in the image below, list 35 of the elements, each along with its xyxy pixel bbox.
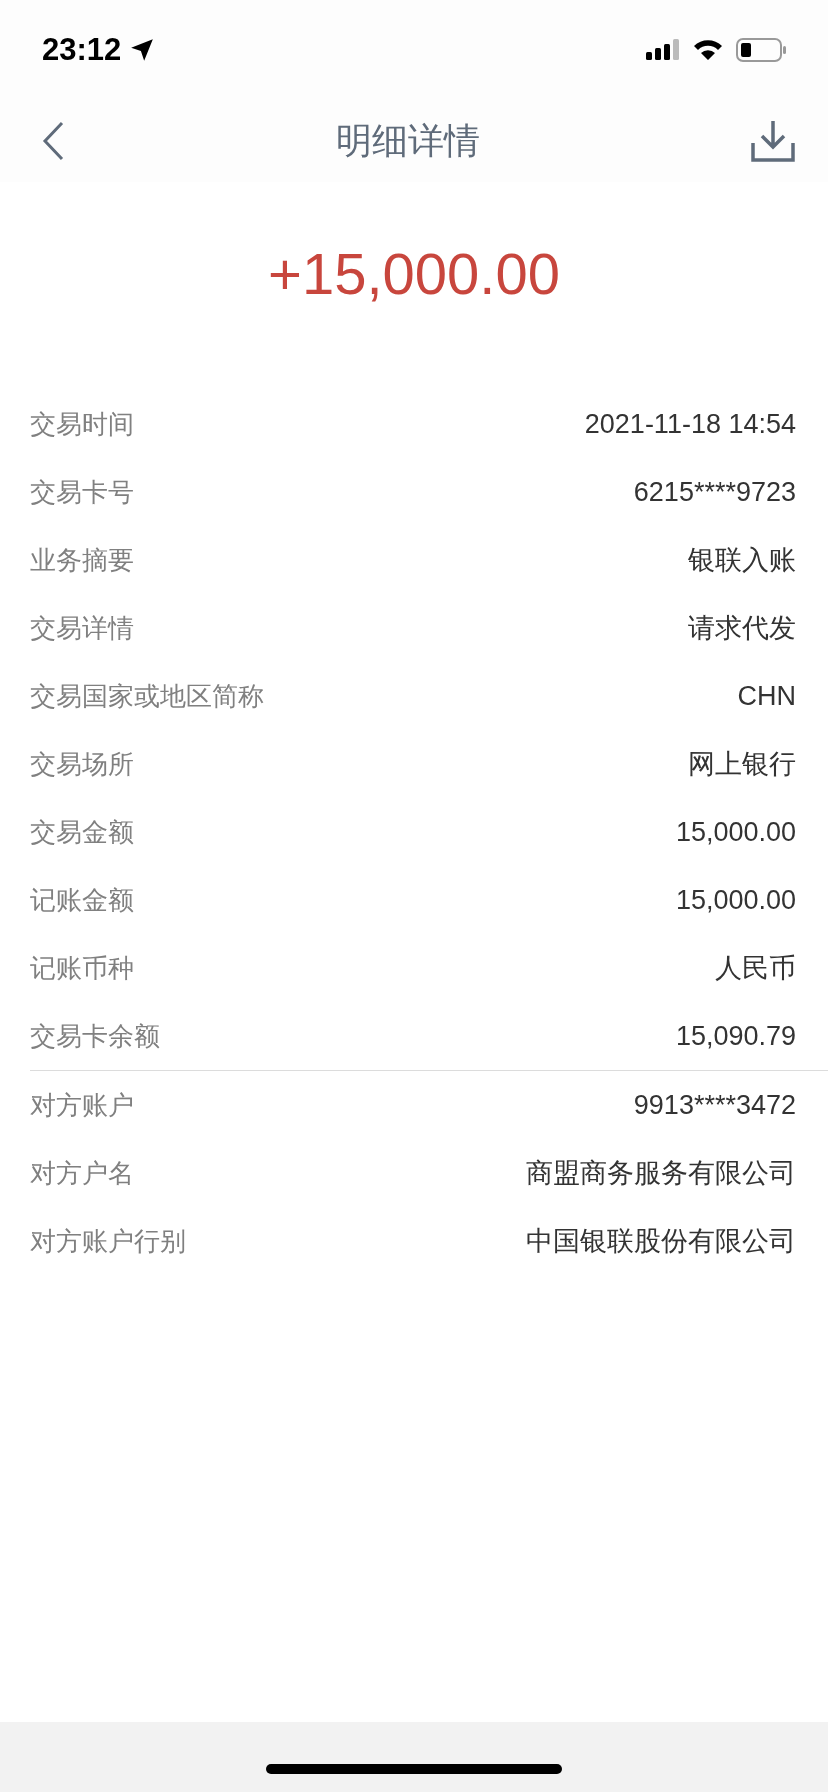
transaction-amount: +15,000.00 [267,240,561,308]
field-value: CHN [737,680,796,712]
status-time: 23:12 [42,32,122,68]
signal-icon [646,38,680,62]
field-value: 网上银行 [688,748,796,781]
field-label: 交易国家或地区简称 [30,679,264,713]
field-label: 记账金额 [30,883,134,917]
field-label: 交易时间 [30,407,134,441]
field-label: 对方账户行别 [30,1224,186,1258]
location-arrow-icon [129,37,156,63]
field-label: 交易卡余额 [30,1019,160,1053]
back-button[interactable] [40,120,66,162]
field-label: 交易场所 [30,747,134,781]
field-label: 记账币种 [30,951,134,985]
field-value: 15,090.79 [675,1020,796,1052]
field-label: 对方账户 [30,1088,134,1122]
field-value: 请求代发 [688,612,796,645]
field-label: 交易金额 [30,815,134,849]
field-value: 15,000.00 [675,816,796,848]
field-value: 2021-11-18 14:54 [584,408,796,440]
wifi-icon [692,38,724,62]
download-button[interactable] [750,119,796,163]
field-value: 人民币 [715,952,796,985]
field-label: 交易卡号 [30,475,134,509]
field-label: 对方户名 [30,1156,134,1190]
field-value: 银联入账 [688,544,796,577]
field-value: 6215****9723 [633,476,796,508]
field-value: 中国银联股份有限公司 [526,1225,796,1258]
field-value: 商盟商务服务有限公司 [526,1157,796,1190]
field-value: 15,000.00 [675,884,796,916]
field-label: 业务摘要 [30,543,134,577]
field-value: 9913****3472 [633,1089,796,1121]
battery-icon [736,37,788,63]
page-title: 明细详情 [336,118,480,163]
field-label: 交易详情 [30,611,134,645]
